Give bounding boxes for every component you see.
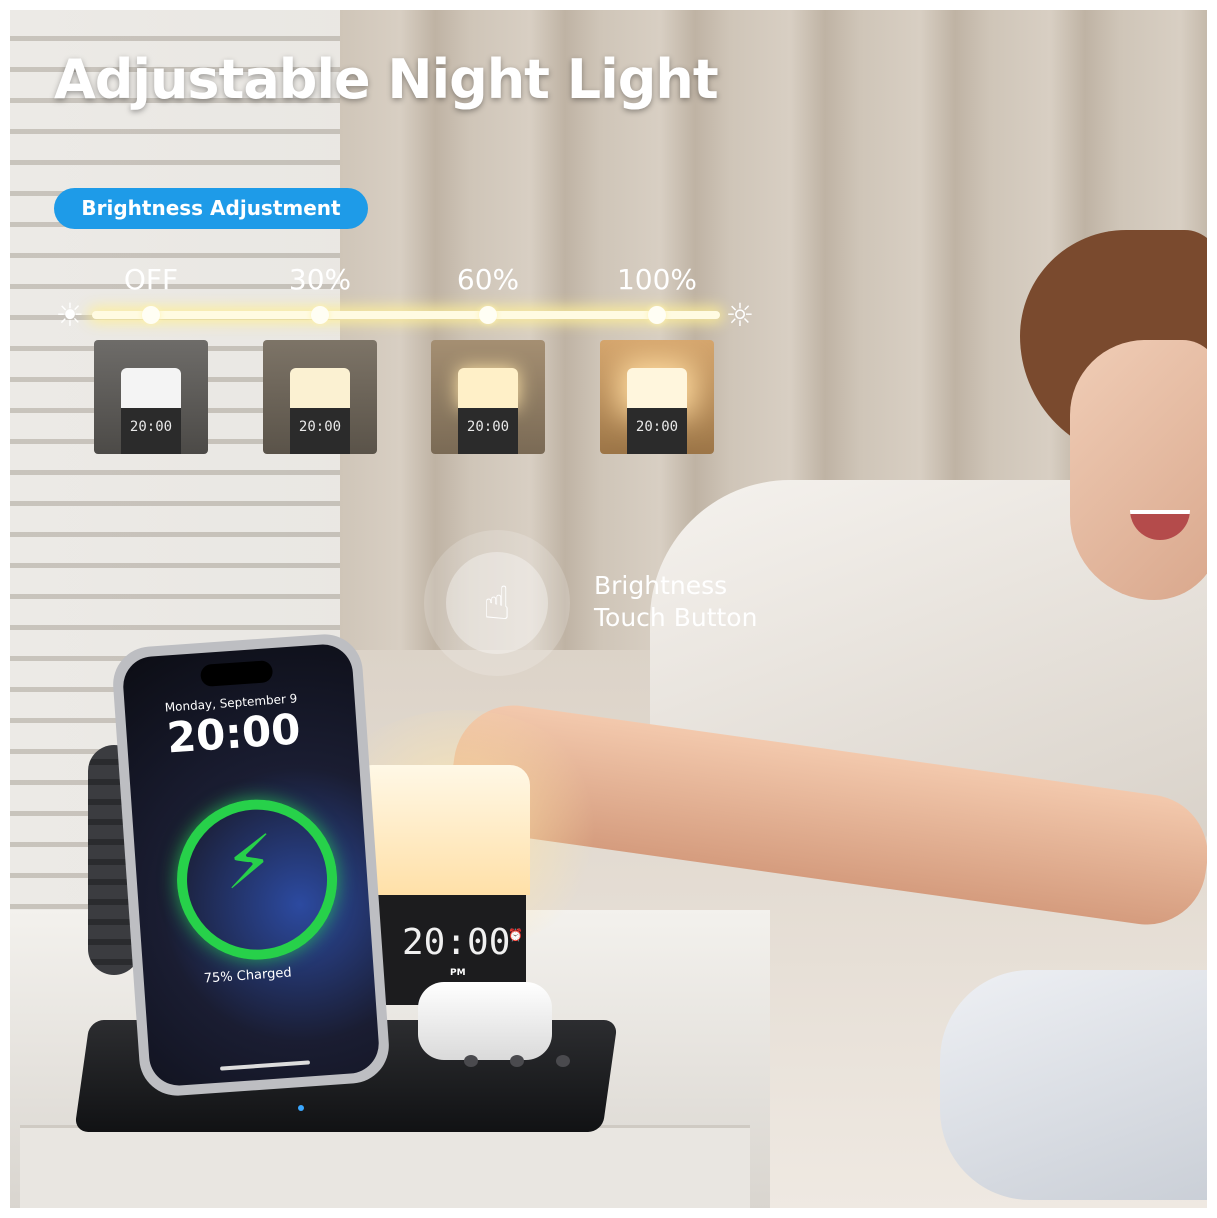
charge-status: 75% Charged xyxy=(203,965,293,987)
page-title: Adjustable Night Light xyxy=(54,48,719,111)
lamp-shade xyxy=(121,368,181,408)
thumbnail-clock: 20:00 xyxy=(290,408,350,454)
thumbnail-clock: 20:00 xyxy=(627,408,687,454)
slider-stop-30 xyxy=(311,306,329,324)
touch-hand-icon: ☝ xyxy=(446,552,548,654)
touch-label-line1: Brightness xyxy=(594,571,728,600)
dynamic-island xyxy=(199,660,274,688)
nightstand-drawer xyxy=(20,1125,750,1208)
lamp-shade xyxy=(290,368,350,408)
phone-screen: Monday, September 9 20:00 ⚡ 75% Charged xyxy=(121,642,381,1088)
product-photo: Adjustable Night Light Brightness Adjust… xyxy=(10,10,1207,1208)
slider-stop-off xyxy=(142,306,160,324)
slider-stop-60 xyxy=(479,306,497,324)
station-button xyxy=(510,1055,524,1067)
woman-face xyxy=(1070,340,1207,600)
touch-button-label: Brightness Touch Button xyxy=(594,570,757,634)
lamp-shade xyxy=(458,368,518,408)
alarm-icon: ⏰ xyxy=(508,928,523,942)
level-label-60: 60% xyxy=(456,263,520,296)
status-led xyxy=(298,1105,304,1111)
station-button xyxy=(556,1055,570,1067)
lightning-bolt-icon: ⚡ xyxy=(220,818,278,906)
level-label-100: 100% xyxy=(616,263,698,296)
lamp-shade xyxy=(627,368,687,408)
thumbnail-100: 20:00 xyxy=(600,340,714,454)
thumbnail-clock: 20:00 xyxy=(121,408,181,454)
level-label-30: 30% xyxy=(288,263,352,296)
brightness-adjustment-badge: Brightness Adjustment xyxy=(54,188,368,229)
thumbnail-off: 20:00 xyxy=(94,340,208,454)
night-light-shade xyxy=(352,765,530,895)
smartphone: Monday, September 9 20:00 ⚡ 75% Charged xyxy=(110,631,392,1099)
thumbnail-clock: 20:00 xyxy=(458,408,518,454)
sun-bright-icon: ☼ xyxy=(725,296,755,334)
thumbnail-30: 20:00 xyxy=(263,340,377,454)
station-button xyxy=(464,1055,478,1067)
brightness-slider-track xyxy=(92,311,720,319)
home-indicator xyxy=(219,1060,311,1071)
earbuds-case xyxy=(418,982,552,1060)
sun-dim-icon: ☀ xyxy=(55,296,85,334)
level-label-off: OFF xyxy=(123,263,179,296)
pillow-front xyxy=(940,970,1207,1200)
phone-time: 20:00 xyxy=(165,704,303,763)
touch-label-line2: Touch Button xyxy=(594,603,758,632)
clock-meridiem: PM xyxy=(450,968,466,978)
slider-stop-100 xyxy=(648,306,666,324)
thumbnail-60: 20:00 xyxy=(431,340,545,454)
